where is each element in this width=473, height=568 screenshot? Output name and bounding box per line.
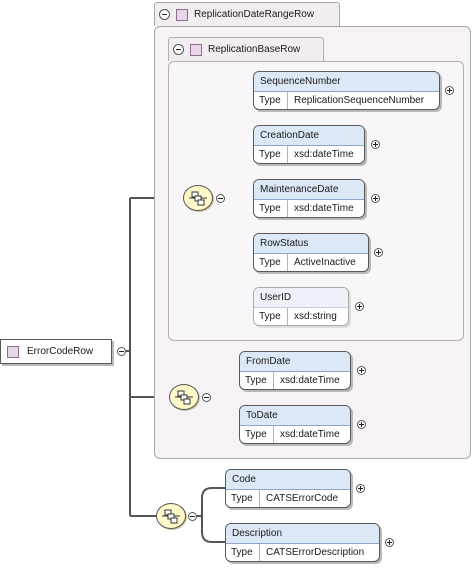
replication-base-row-label: ReplicationBaseRow bbox=[208, 44, 301, 55]
expand-icon[interactable] bbox=[357, 420, 366, 429]
type-value: CATSErrorDescription bbox=[266, 547, 365, 558]
collapse-icon[interactable] bbox=[117, 347, 126, 356]
element-description[interactable]: Description Type CATSErrorDescription bbox=[225, 523, 380, 562]
type-value: ActiveInactive bbox=[294, 257, 356, 268]
element-square-icon bbox=[190, 43, 202, 56]
collapse-icon[interactable] bbox=[173, 44, 184, 55]
element-name: FromDate bbox=[240, 352, 350, 372]
element-row-status[interactable]: RowStatus Type ActiveInactive bbox=[253, 233, 369, 272]
sequence-compositor-icon[interactable] bbox=[169, 384, 199, 410]
element-from-date[interactable]: FromDate Type xsd:dateTime bbox=[239, 351, 351, 390]
element-user-id[interactable]: UserID Type xsd:string bbox=[253, 287, 349, 326]
type-key: Type bbox=[254, 92, 288, 109]
collapse-icon[interactable] bbox=[188, 512, 197, 521]
element-name: SequenceNumber bbox=[254, 72, 439, 92]
element-code[interactable]: Code Type CATSErrorCode bbox=[225, 469, 351, 508]
expand-icon[interactable] bbox=[371, 140, 380, 149]
element-name: Description bbox=[226, 524, 379, 544]
element-name: UserID bbox=[254, 288, 348, 308]
type-key: Type bbox=[240, 426, 274, 443]
type-key: Type bbox=[226, 544, 260, 561]
type-value: xsd:dateTime bbox=[294, 149, 354, 160]
type-value: ReplicationSequenceNumber bbox=[294, 95, 425, 106]
element-name: ToDate bbox=[240, 406, 350, 426]
element-name: MaintenanceDate bbox=[254, 180, 364, 200]
element-creation-date[interactable]: CreationDate Type xsd:dateTime bbox=[253, 125, 365, 164]
replication-base-row-tab[interactable]: ReplicationBaseRow bbox=[168, 37, 324, 61]
type-value: CATSErrorCode bbox=[266, 493, 339, 504]
type-key: Type bbox=[254, 308, 288, 325]
type-key: Type bbox=[254, 146, 288, 163]
type-key: Type bbox=[254, 254, 288, 271]
sequence-compositor-icon[interactable] bbox=[156, 503, 186, 529]
element-sequence-number[interactable]: SequenceNumber Type ReplicationSequenceNu… bbox=[253, 71, 440, 110]
type-value: xsd:dateTime bbox=[294, 203, 354, 214]
expand-icon[interactable] bbox=[357, 366, 366, 375]
element-square-icon bbox=[176, 8, 188, 21]
type-key: Type bbox=[254, 200, 288, 217]
type-value: xsd:string bbox=[294, 311, 337, 322]
error-code-row-element[interactable]: ErrorCodeRow bbox=[0, 339, 112, 364]
expand-icon[interactable] bbox=[374, 248, 383, 257]
expand-icon[interactable] bbox=[355, 302, 364, 311]
sequence-compositor-icon[interactable] bbox=[183, 185, 213, 211]
expand-icon[interactable] bbox=[385, 538, 394, 547]
expand-icon[interactable] bbox=[356, 484, 365, 493]
element-to-date[interactable]: ToDate Type xsd:dateTime bbox=[239, 405, 351, 444]
type-key: Type bbox=[240, 372, 274, 389]
replication-date-range-row-label: ReplicationDateRangeRow bbox=[194, 9, 315, 20]
element-name: RowStatus bbox=[254, 234, 368, 254]
element-square-icon bbox=[7, 345, 19, 358]
element-name: Code bbox=[226, 470, 350, 490]
type-key: Type bbox=[226, 490, 260, 507]
element-maintenance-date[interactable]: MaintenanceDate Type xsd:dateTime bbox=[253, 179, 365, 218]
collapse-icon[interactable] bbox=[159, 9, 170, 20]
collapse-icon[interactable] bbox=[216, 194, 225, 203]
expand-icon[interactable] bbox=[445, 86, 454, 95]
type-value: xsd:dateTime bbox=[280, 375, 340, 386]
error-code-row-label: ErrorCodeRow bbox=[27, 346, 94, 357]
element-name: CreationDate bbox=[254, 126, 364, 146]
type-value: xsd:dateTime bbox=[280, 429, 340, 440]
replication-date-range-row-tab[interactable]: ReplicationDateRangeRow bbox=[154, 2, 340, 26]
collapse-icon[interactable] bbox=[202, 393, 211, 402]
expand-icon[interactable] bbox=[371, 194, 380, 203]
